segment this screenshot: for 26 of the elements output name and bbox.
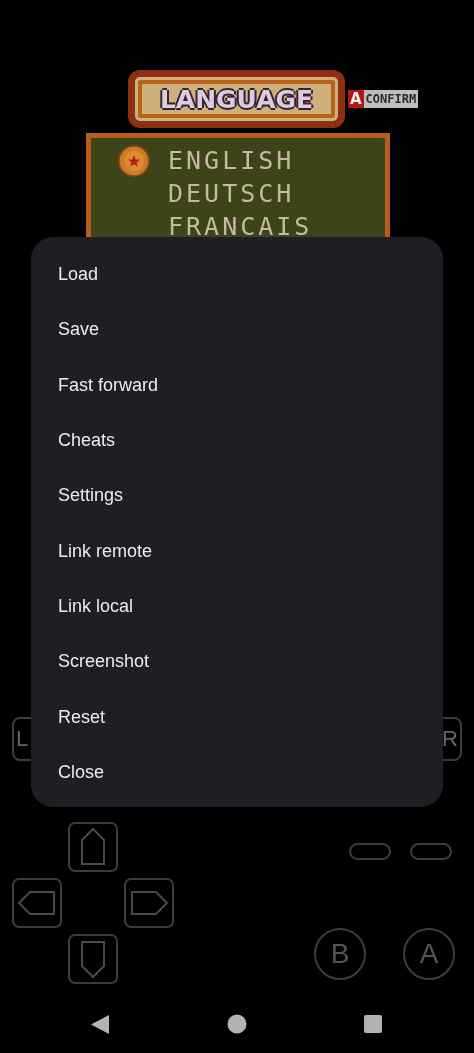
menu-item[interactable]: Fast forward xyxy=(58,374,159,396)
dpad-up-button[interactable] xyxy=(68,822,118,872)
menu-item[interactable]: Link remote xyxy=(58,540,153,562)
menu-item[interactable]: Close xyxy=(58,761,105,783)
home-icon[interactable] xyxy=(226,1014,247,1034)
confirm-hint: A CONFIRM xyxy=(348,90,419,108)
back-icon[interactable] xyxy=(91,1014,109,1034)
dpad-left-button[interactable] xyxy=(12,878,62,928)
select-button[interactable] xyxy=(349,843,391,860)
recents-icon[interactable] xyxy=(364,1015,382,1033)
menu-item[interactable]: Cheats xyxy=(58,430,116,452)
button-letter: L xyxy=(16,726,29,752)
button-letter: R xyxy=(442,726,458,752)
language-option[interactable]: FRANCAIS xyxy=(168,212,313,240)
menu-item[interactable]: Reset xyxy=(58,706,106,728)
language-option[interactable]: DEUTSCH xyxy=(168,179,295,208)
menu-item[interactable]: Load xyxy=(58,264,99,286)
dpad-right-button[interactable] xyxy=(124,878,174,928)
start-button[interactable] xyxy=(410,843,452,860)
menu-item[interactable]: Save xyxy=(58,319,100,341)
language-option[interactable]: ENGLISH xyxy=(168,146,295,175)
language-banner: LANGUAGE xyxy=(128,70,345,128)
menu-item[interactable]: Settings xyxy=(58,485,124,507)
dpad-down-button[interactable] xyxy=(68,934,118,984)
menu-item[interactable]: Screenshot xyxy=(58,651,150,673)
menu-item[interactable]: Link local xyxy=(58,595,134,617)
